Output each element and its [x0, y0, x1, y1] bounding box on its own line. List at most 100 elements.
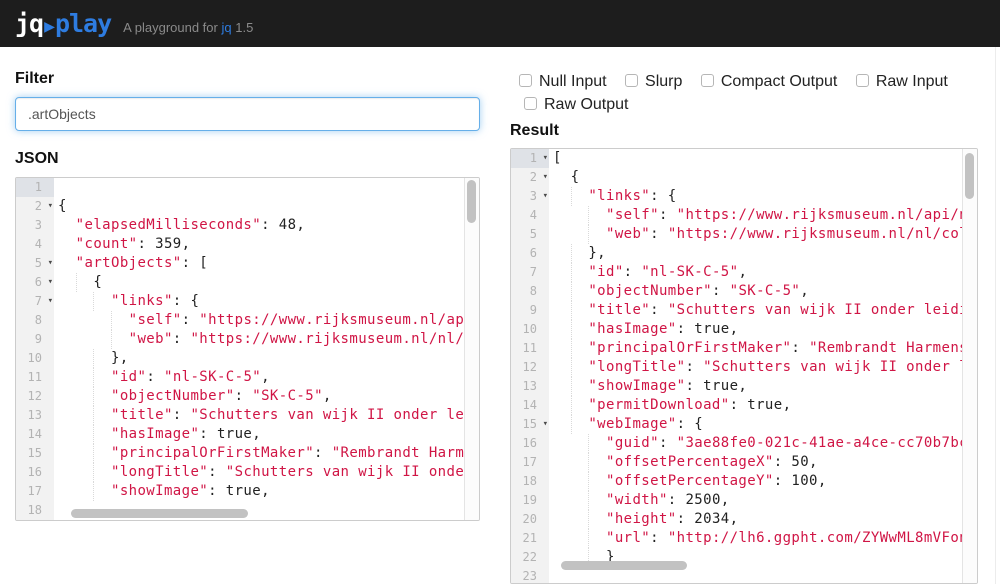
code-line[interactable]: 9 "web": "https://www.rijksmuseum.nl/nl/… [16, 330, 479, 349]
horizontal-scrollbar-thumb[interactable] [561, 561, 687, 570]
code-line-text: "permitDownload": true, [549, 396, 977, 415]
code-line[interactable]: 13 "showImage": true, [511, 377, 977, 396]
code-line-text: "longTitle": "Schutters van wijk II onde… [54, 463, 479, 482]
slurp-checkbox[interactable] [625, 74, 638, 87]
code-line-text: { [54, 273, 479, 292]
result-heading: Result [510, 122, 978, 140]
app-logo[interactable]: jq▶play [15, 9, 111, 38]
option-compact-output[interactable]: Compact Output [687, 73, 838, 90]
raw-output-checkbox[interactable] [524, 97, 537, 110]
code-line-text: "title": "Schutters van wijk II onder le… [54, 406, 479, 425]
fold-arrow-icon[interactable]: ▾ [543, 415, 548, 434]
code-line[interactable]: 18 "offsetPercentageY": 100, [511, 472, 977, 491]
code-line[interactable]: 13 "title": "Schutters van wijk II onder… [16, 406, 479, 425]
code-line[interactable]: 21 "url": "http://lh6.ggpht.com/ZYWwML8m… [511, 529, 977, 548]
option-slurp[interactable]: Slurp [611, 73, 682, 90]
code-line[interactable]: 2▾ { [511, 168, 977, 187]
option-label: Null Input [539, 70, 607, 93]
code-line[interactable]: 14 "hasImage": true, [16, 425, 479, 444]
code-line[interactable]: 9 "title": "Schutters van wijk II onder … [511, 301, 977, 320]
code-line[interactable]: 7 "id": "nl-SK-C-5", [511, 263, 977, 282]
code-line[interactable]: 11 "principalOrFirstMaker": "Rembrandt H… [511, 339, 977, 358]
line-number: 7 [511, 263, 549, 282]
code-line[interactable]: 5▾ "artObjects": [ [16, 254, 479, 273]
code-line[interactable]: 10 }, [16, 349, 479, 368]
code-line[interactable]: 5 "web": "https://www.rijksmuseum.nl/nl/… [511, 225, 977, 244]
line-number: 12 [511, 358, 549, 377]
option-label: Raw Output [544, 93, 628, 116]
code-line[interactable]: 15▾ "webImage": { [511, 415, 977, 434]
code-line[interactable]: 20 "height": 2034, [511, 510, 977, 529]
raw-input-checkbox[interactable] [856, 74, 869, 87]
indent-guide [93, 444, 94, 463]
code-line[interactable]: 11 "id": "nl-SK-C-5", [16, 368, 479, 387]
code-line[interactable]: 16 "guid": "3ae88fe0-021c-41ae-a4ce-cc70… [511, 434, 977, 453]
code-line[interactable]: 1 [16, 178, 479, 197]
indent-guide [588, 491, 589, 510]
code-line[interactable]: 6 }, [511, 244, 977, 263]
option-label: Compact Output [721, 70, 838, 93]
code-line-text: "width": 2500, [549, 491, 977, 510]
code-line-text: "links": { [54, 292, 479, 311]
code-line[interactable]: 16 "longTitle": "Schutters van wijk II o… [16, 463, 479, 482]
compact-output-checkbox[interactable] [701, 74, 714, 87]
line-number: 11 [511, 339, 549, 358]
code-line[interactable]: 15 "principalOrFirstMaker": "Rembrandt H… [16, 444, 479, 463]
code-line-text: "web": "https://www.rijksmuseum.nl/nl/co… [549, 225, 977, 244]
code-line[interactable]: 4 "count": 359, [16, 235, 479, 254]
fold-arrow-icon[interactable]: ▾ [543, 149, 548, 168]
code-line[interactable]: 17 "offsetPercentageX": 50, [511, 453, 977, 472]
code-line[interactable]: 19 "width": 2500, [511, 491, 977, 510]
jq-version-link[interactable]: jq [221, 20, 231, 35]
code-line[interactable]: 14 "permitDownload": true, [511, 396, 977, 415]
code-line[interactable]: 2▾{ [16, 197, 479, 216]
filter-input[interactable] [15, 97, 480, 131]
line-number: 1 [16, 178, 54, 197]
code-line[interactable]: 12 "longTitle": "Schutters van wijk II o… [511, 358, 977, 377]
right-column: Null Input Slurp Compact Output Raw Inpu… [510, 70, 978, 584]
code-line[interactable]: 10 "hasImage": true, [511, 320, 977, 339]
code-line[interactable]: 3▾ "links": { [511, 187, 977, 206]
indent-guide [93, 387, 94, 406]
line-number: 12 [16, 387, 54, 406]
code-line[interactable]: 3 "elapsedMilliseconds": 48, [16, 216, 479, 235]
code-line-text: "objectNumber": "SK-C-5", [54, 387, 479, 406]
fold-arrow-icon[interactable]: ▾ [48, 292, 53, 311]
vertical-scrollbar-thumb[interactable] [965, 153, 974, 199]
line-number: 21 [511, 529, 549, 548]
null-input-checkbox[interactable] [519, 74, 532, 87]
tagline-prefix: A playground for [123, 20, 218, 35]
vertical-scrollbar-track[interactable] [962, 149, 977, 583]
code-line[interactable]: 7▾ "links": { [16, 292, 479, 311]
line-number: 3▾ [511, 187, 549, 206]
line-number: 8 [16, 311, 54, 330]
result-editor[interactable]: 1▾[2▾ {3▾ "links": {4 "self": "https://w… [510, 148, 978, 584]
fold-arrow-icon[interactable]: ▾ [543, 168, 548, 187]
code-line-text: "showImage": true, [54, 482, 479, 501]
option-raw-input[interactable]: Raw Input [842, 73, 948, 90]
code-line-text [54, 178, 479, 197]
code-line[interactable]: 17 "showImage": true, [16, 482, 479, 501]
fold-arrow-icon[interactable]: ▾ [48, 273, 53, 292]
fold-arrow-icon[interactable]: ▾ [48, 197, 53, 216]
line-number: 16 [16, 463, 54, 482]
option-raw-output[interactable]: Raw Output [510, 96, 628, 113]
line-number: 2▾ [511, 168, 549, 187]
horizontal-scrollbar-thumb[interactable] [71, 509, 248, 518]
fold-arrow-icon[interactable]: ▾ [48, 254, 53, 273]
option-null-input[interactable]: Null Input [510, 73, 607, 90]
json-editor[interactable]: 12▾{3 "elapsedMilliseconds": 48,4 "count… [15, 177, 480, 521]
code-line[interactable]: 4 "self": "https://www.rijksmuseum.nl/ap… [511, 206, 977, 225]
page-scrollbar-track[interactable] [995, 47, 996, 584]
code-line[interactable]: 8 "self": "https://www.rijksmuseum.nl/ap… [16, 311, 479, 330]
line-number: 5 [511, 225, 549, 244]
vertical-scrollbar-track[interactable] [464, 178, 479, 520]
code-line[interactable]: 6▾ { [16, 273, 479, 292]
code-line-text: "self": "https://www.rijksmuseum.nl/api/… [549, 206, 977, 225]
fold-arrow-icon[interactable]: ▾ [543, 187, 548, 206]
vertical-scrollbar-thumb[interactable] [467, 180, 476, 223]
line-number: 19 [511, 491, 549, 510]
code-line[interactable]: 1▾[ [511, 149, 977, 168]
code-line[interactable]: 12 "objectNumber": "SK-C-5", [16, 387, 479, 406]
code-line[interactable]: 8 "objectNumber": "SK-C-5", [511, 282, 977, 301]
